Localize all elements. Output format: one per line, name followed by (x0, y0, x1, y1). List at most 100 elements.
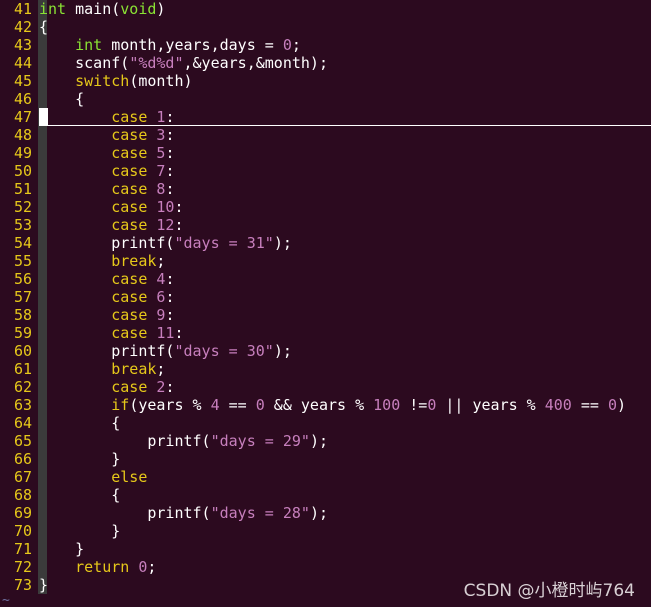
code-line[interactable]: 62 case 2: (0, 378, 651, 396)
code-text: break; (39, 360, 165, 378)
code-token: case (111, 324, 148, 342)
line-number: 58 (13, 306, 32, 324)
code-line[interactable]: 71 } (0, 540, 651, 558)
line-number: 45 (13, 72, 32, 90)
code-text: case 9: (39, 306, 174, 324)
code-line[interactable]: 67 else (0, 468, 651, 486)
code-line[interactable]: 51 case 8: (0, 180, 651, 198)
code-text: else (39, 468, 147, 486)
code-token: else (111, 468, 148, 486)
code-token: case (111, 270, 148, 288)
code-token: case (111, 198, 148, 216)
code-line[interactable]: 64 { (0, 414, 651, 432)
line-number: 50 (13, 162, 32, 180)
code-line[interactable]: 41 int main(void) (0, 0, 651, 18)
code-token: ) (156, 0, 166, 18)
code-line[interactable]: 45 switch(month) (0, 72, 651, 90)
code-token: : (165, 144, 175, 162)
line-number: 41 (13, 0, 32, 18)
code-token: case (111, 180, 148, 198)
code-line[interactable]: 48 case 3: (0, 126, 651, 144)
code-token: if (111, 396, 130, 414)
code-line[interactable]: 43 int month,years,days = 0; (0, 36, 651, 54)
line-number: 65 (13, 432, 32, 450)
code-line[interactable]: 49 case 5: (0, 144, 651, 162)
code-line[interactable]: 72 return 0; (0, 558, 651, 576)
line-number: 52 (13, 198, 32, 216)
line-number: 56 (13, 270, 32, 288)
code-line[interactable]: 65 printf("days = 29"); (0, 432, 651, 450)
code-token: case (111, 108, 148, 126)
code-token: : (165, 306, 175, 324)
code-line[interactable]: 57 case 6: (0, 288, 651, 306)
code-text: { (39, 90, 84, 108)
line-number: 71 (13, 540, 32, 558)
code-text: int month,years,days = 0; (39, 36, 301, 54)
code-token: scanf( (39, 54, 130, 72)
code-token: case (111, 378, 148, 396)
code-editor[interactable]: 41 int main(void) 42 {43 int month,years,da… (0, 0, 651, 607)
watermark: CSDN @小橙时屿764 (463, 581, 635, 601)
code-line[interactable]: 69 printf("days = 28"); (0, 504, 651, 522)
code-line[interactable]: 61 break; (0, 360, 651, 378)
code-token: 4 (210, 396, 220, 414)
code-line[interactable]: 53 case 12: (0, 216, 651, 234)
line-number: 55 (13, 252, 32, 270)
line-number: 48 (13, 126, 32, 144)
code-token: || years % (436, 396, 545, 414)
code-text: case 8: (39, 180, 174, 198)
code-text: case 6: (39, 288, 174, 306)
code-line[interactable]: 50 case 7: (0, 162, 651, 180)
code-line[interactable]: 70 } (0, 522, 651, 540)
code-line[interactable]: 58 case 9: (0, 306, 651, 324)
code-line[interactable]: 63 if(years % 4 == 0 && years % 100 != 0 … (0, 396, 651, 414)
text-cursor (39, 108, 48, 126)
line-number: 72 (13, 558, 32, 576)
code-text: scanf("%d%d",&years,&month); (39, 54, 328, 72)
code-line[interactable]: 52 case 10: (0, 198, 651, 216)
code-line[interactable]: 56 case 4: (0, 270, 651, 288)
code-line[interactable]: 46 { (0, 90, 651, 108)
code-token: return (75, 558, 130, 576)
code-line[interactable]: 59 case 11: (0, 324, 651, 342)
line-number: 64 (13, 414, 32, 432)
code-line[interactable]: 42 { (0, 18, 651, 36)
code-text: case 10: (39, 198, 183, 216)
code-token: case (111, 216, 148, 234)
code-token: void (120, 0, 157, 18)
code-line[interactable]: 54 printf("days = 31"); (0, 234, 651, 252)
code-token: int (75, 36, 103, 54)
code-text: case 11: (39, 324, 183, 342)
code-token: case (111, 126, 148, 144)
code-token: == (219, 396, 256, 414)
code-line[interactable]: 55 break; (0, 252, 651, 270)
code-text: int main(void) (39, 0, 165, 18)
code-line[interactable]: 66 } (0, 450, 651, 468)
code-token: : (165, 288, 175, 306)
line-number: 73 (13, 576, 32, 594)
code-text: switch(month) (39, 72, 192, 90)
code-line[interactable]: 47 case 1: (0, 108, 651, 126)
line-number: 53 (13, 216, 32, 234)
code-token: : (165, 270, 175, 288)
code-token: } (39, 522, 121, 540)
code-line[interactable]: 44 scanf("%d%d",&years,&month); (0, 54, 651, 72)
code-text: case 7: (39, 162, 174, 180)
code-token: : (165, 108, 175, 126)
line-number: 54 (13, 234, 32, 252)
code-line[interactable]: 60 printf("days = 30"); (0, 342, 651, 360)
code-text: if(years % 4 == 0 && years % 100 != 0 || … (39, 396, 626, 414)
code-line[interactable]: 68 { (0, 486, 651, 504)
code-token: month,years,days = (102, 36, 283, 54)
end-of-buffer-marker: ~ (2, 593, 10, 607)
line-number: 43 (13, 36, 32, 54)
code-token: ,&years,&month); (183, 54, 329, 72)
